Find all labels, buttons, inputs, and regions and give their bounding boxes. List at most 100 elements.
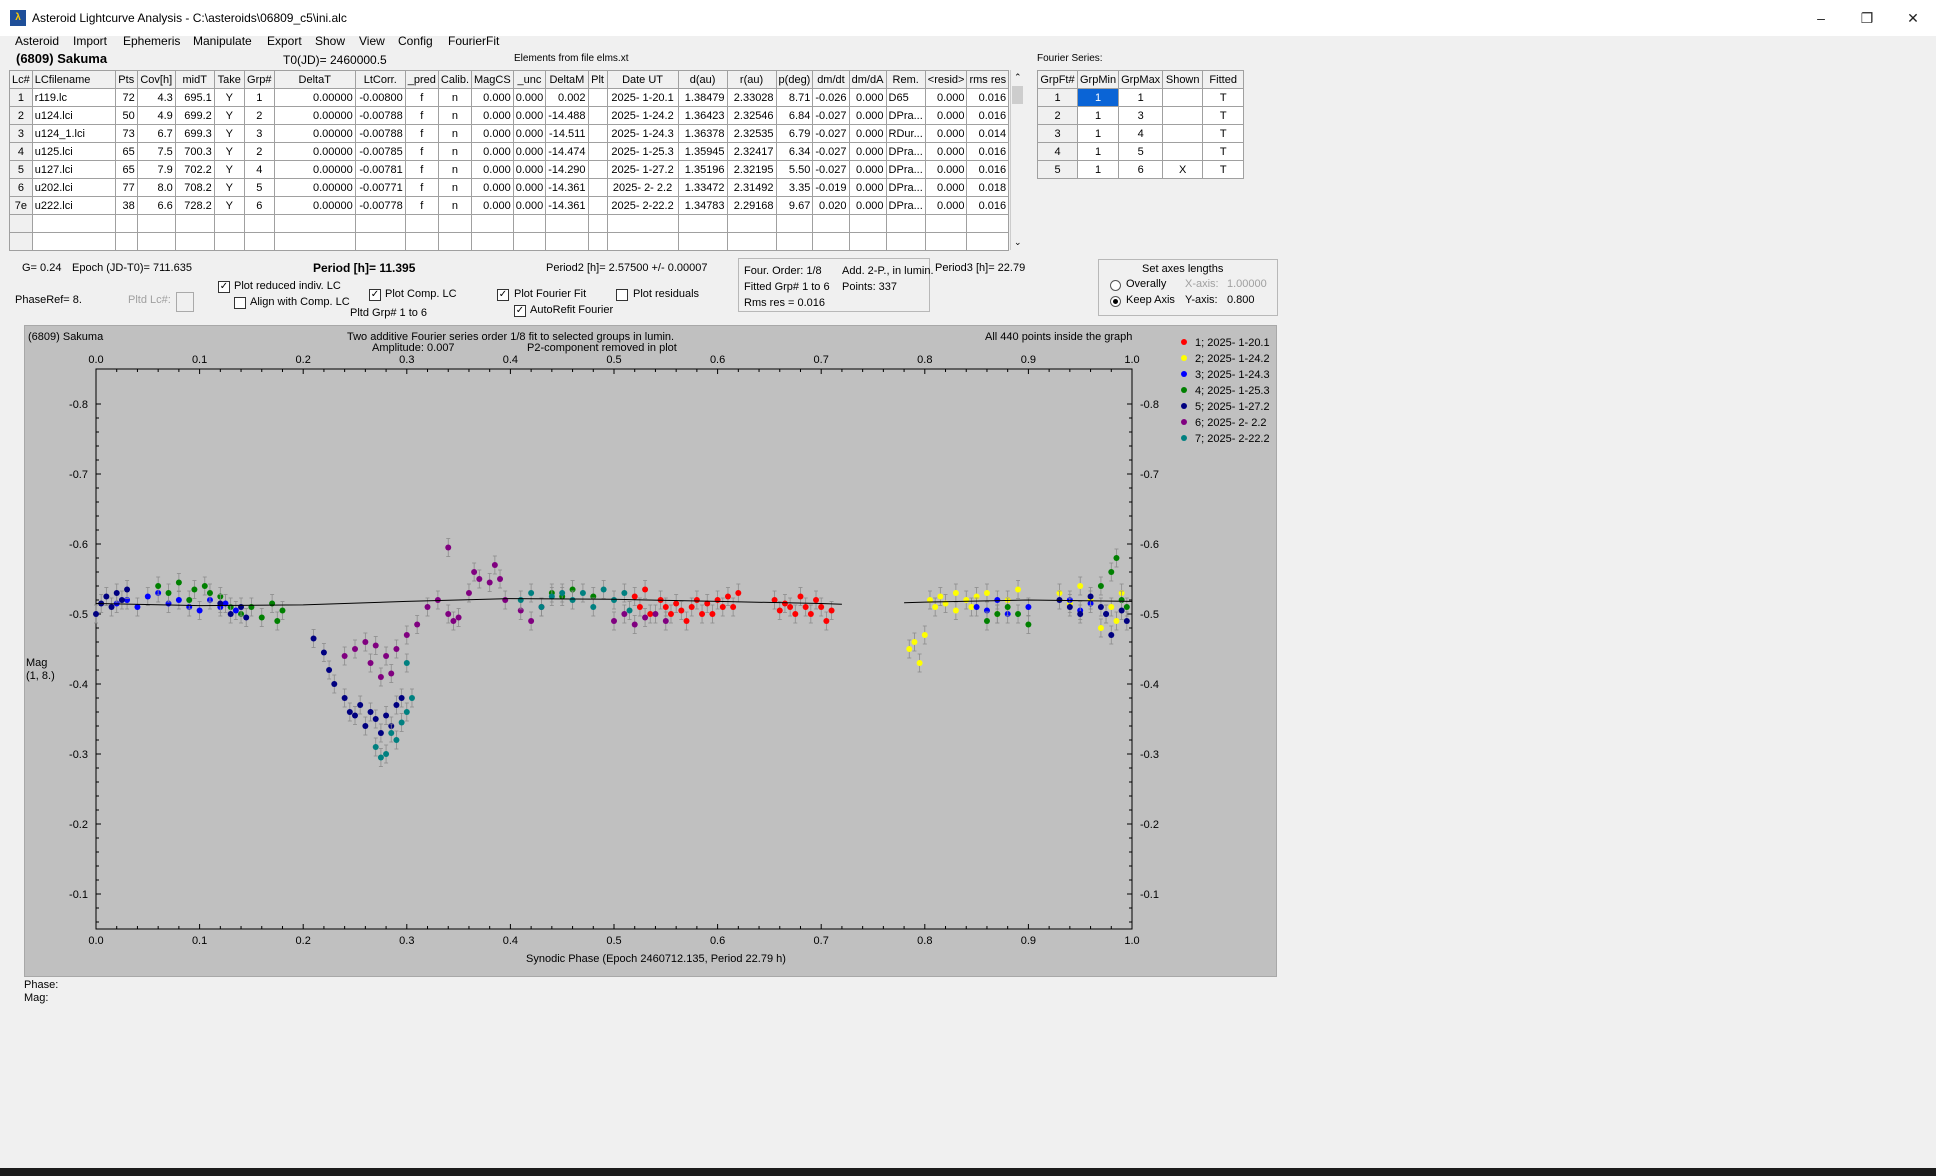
table-cell[interactable]: RDur... bbox=[885, 124, 926, 143]
scroll-down-icon[interactable]: ⌄ bbox=[1014, 237, 1022, 248]
table-cell[interactable]: 0.016 bbox=[966, 142, 1010, 161]
table-cell[interactable]: u222.lci bbox=[31, 196, 116, 215]
table-cell[interactable] bbox=[812, 232, 850, 251]
table-cell[interactable]: 0.000 bbox=[471, 160, 514, 179]
table-cell[interactable]: -0.00778 bbox=[354, 196, 406, 215]
table-cell[interactable]: 38 bbox=[114, 196, 138, 215]
table-cell[interactable]: n bbox=[437, 88, 473, 107]
table-cell[interactable] bbox=[848, 232, 887, 251]
table-cell[interactable]: u127.lci bbox=[31, 160, 116, 179]
table-cell[interactable] bbox=[775, 232, 814, 251]
table-cell[interactable]: 8.0 bbox=[136, 178, 176, 197]
table-cell[interactable]: 1.34783 bbox=[677, 196, 728, 215]
table-cell[interactable]: 0.00000 bbox=[273, 160, 356, 179]
table-cell[interactable]: 6.7 bbox=[136, 124, 176, 143]
period3-value[interactable]: Period3 [h]= 22.79 bbox=[935, 262, 1025, 274]
table-cell[interactable] bbox=[587, 232, 608, 251]
table-cell[interactable]: 0.016 bbox=[966, 106, 1010, 125]
plot-fourier-checkbox[interactable]: ✓ bbox=[497, 289, 509, 301]
table-cell[interactable] bbox=[273, 232, 356, 251]
table-cell[interactable]: 0.000 bbox=[924, 178, 968, 197]
table-cell[interactable]: 1 bbox=[1076, 160, 1120, 179]
table-cell[interactable] bbox=[924, 232, 968, 251]
table-cell[interactable]: 0.000 bbox=[924, 106, 968, 125]
col-header[interactable]: GrpMax bbox=[1118, 70, 1164, 89]
table-cell[interactable]: n bbox=[437, 178, 473, 197]
y-axis-input[interactable]: 0.800 bbox=[1227, 294, 1255, 306]
col-header[interactable]: Plt bbox=[587, 70, 608, 89]
table-cell[interactable]: 7.5 bbox=[136, 142, 176, 161]
table-cell[interactable]: r119.lc bbox=[31, 88, 116, 107]
table-row[interactable]: 7e u222.lci 38 6.6 728.2 Y 6 0.00000 -0.00778 f n 0… bbox=[9, 196, 1010, 215]
table-cell[interactable]: 0.000 bbox=[512, 106, 547, 125]
menu-export[interactable]: Export bbox=[267, 34, 302, 48]
table-cell[interactable]: 2.32535 bbox=[726, 124, 777, 143]
table-cell[interactable]: 0.000 bbox=[471, 124, 514, 143]
table-cell[interactable]: 5 bbox=[243, 178, 275, 197]
menu-fourierfit[interactable]: FourierFit bbox=[448, 34, 499, 48]
col-header[interactable]: GrpMin bbox=[1076, 70, 1120, 89]
table-cell[interactable]: 0.00000 bbox=[273, 196, 356, 215]
table-cell[interactable]: f bbox=[404, 160, 439, 179]
table-cell[interactable] bbox=[437, 214, 473, 233]
table-cell[interactable]: u202.lci bbox=[31, 178, 116, 197]
table-cell[interactable] bbox=[471, 232, 514, 251]
table-cell[interactable]: 0.016 bbox=[966, 196, 1010, 215]
table-cell[interactable] bbox=[587, 178, 608, 197]
table-cell[interactable]: -14.488 bbox=[545, 106, 589, 125]
table-cell[interactable]: 0.00000 bbox=[273, 142, 356, 161]
col-header[interactable]: Pts bbox=[114, 70, 138, 89]
table-cell[interactable]: u124_1.lci bbox=[31, 124, 116, 143]
table-cell[interactable]: Y bbox=[213, 196, 245, 215]
table-cell[interactable] bbox=[677, 214, 728, 233]
empty-row[interactable] bbox=[9, 214, 1010, 233]
table-cell[interactable]: 73 bbox=[114, 124, 138, 143]
table-cell[interactable]: 1.38479 bbox=[677, 88, 728, 107]
table-cell[interactable]: -0.00785 bbox=[354, 142, 406, 161]
table-cell[interactable]: 0.000 bbox=[924, 160, 968, 179]
table-cell[interactable]: 0.000 bbox=[512, 88, 547, 107]
table-cell[interactable]: 2.33028 bbox=[726, 88, 777, 107]
close-button[interactable]: ✕ bbox=[1890, 0, 1936, 36]
col-header[interactable]: LtCorr. bbox=[354, 70, 406, 89]
col-header[interactable]: _pred bbox=[404, 70, 439, 89]
table-cell[interactable]: 6.79 bbox=[775, 124, 814, 143]
table-cell[interactable]: -0.00781 bbox=[354, 160, 406, 179]
plot-canvas[interactable]: 0.0 0.0 0.1 0.1 0.2 0.2 0.3 0.3 0.4 0.4 0.5 0.5 0.6 0… bbox=[25, 326, 1276, 976]
table-cell[interactable] bbox=[273, 214, 356, 233]
table-cell[interactable]: 65 bbox=[114, 160, 138, 179]
table-cell[interactable]: f bbox=[404, 88, 439, 107]
table-cell[interactable]: 5 bbox=[1118, 142, 1164, 161]
table-cell[interactable]: 3 bbox=[243, 124, 275, 143]
col-header[interactable]: Shown bbox=[1162, 70, 1204, 89]
col-header[interactable]: Rem. bbox=[885, 70, 926, 89]
pltd-grp[interactable]: Pltd Grp# 1 to 6 bbox=[350, 307, 427, 319]
table-cell[interactable] bbox=[587, 106, 608, 125]
table-cell[interactable] bbox=[114, 214, 138, 233]
table-cell[interactable]: u124.lci bbox=[31, 106, 116, 125]
table-cell[interactable]: n bbox=[437, 124, 473, 143]
table-cell[interactable]: 699.3 bbox=[174, 124, 215, 143]
table-cell[interactable] bbox=[354, 214, 406, 233]
table-cell[interactable]: 5 bbox=[9, 160, 33, 179]
col-header[interactable]: DeltaT bbox=[273, 70, 356, 89]
table-cell[interactable] bbox=[966, 214, 1010, 233]
table-cell[interactable]: 72 bbox=[114, 88, 138, 107]
table-cell[interactable]: 65 bbox=[114, 142, 138, 161]
table-cell[interactable]: 0.000 bbox=[471, 106, 514, 125]
pltd-lc-spinner[interactable] bbox=[176, 292, 194, 312]
table-cell[interactable]: 0.000 bbox=[848, 124, 887, 143]
table-cell[interactable]: 77 bbox=[114, 178, 138, 197]
table-cell[interactable]: f bbox=[404, 196, 439, 215]
table-cell[interactable]: 1.36378 bbox=[677, 124, 728, 143]
table-cell[interactable]: 0.016 bbox=[966, 88, 1010, 107]
x-axis-input[interactable]: 1.00000 bbox=[1227, 278, 1267, 290]
table-cell[interactable] bbox=[606, 214, 679, 233]
table-cell[interactable]: n bbox=[437, 106, 473, 125]
table-cell[interactable]: 0.020 bbox=[812, 196, 850, 215]
table-cell[interactable]: DPra... bbox=[885, 142, 926, 161]
table-row[interactable]: 6 u202.lci 77 8.0 708.2 Y 5 0.00000 -0.00771 f n 0.… bbox=[9, 178, 1010, 197]
table-cell[interactable]: -0.019 bbox=[812, 178, 850, 197]
table-cell[interactable]: Y bbox=[213, 106, 245, 125]
col-header[interactable]: LCfilename bbox=[31, 70, 116, 89]
